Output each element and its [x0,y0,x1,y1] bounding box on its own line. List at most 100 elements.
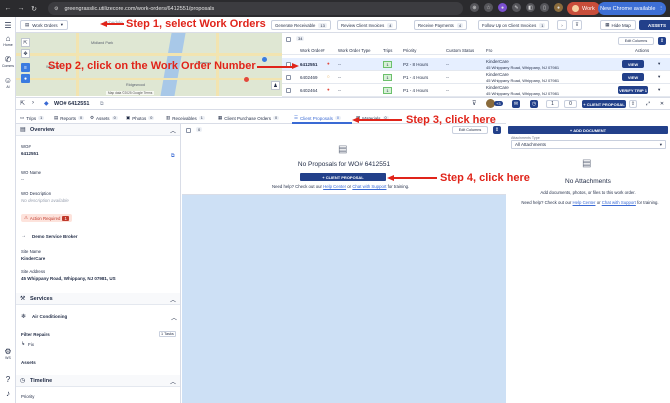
filter-icon[interactable]: ⊽ [572,20,582,30]
rail-comms[interactable]: ✆ Comms [1,55,15,68]
expand-icon[interactable]: ⇱ [20,100,25,107]
assets-button[interactable]: ASSETS [639,20,670,30]
close-icon[interactable]: ✕ [658,100,666,108]
expand-icon[interactable]: ⇱ [21,38,30,47]
address-bar[interactable]: ⚙ greengrasslic.utilizecore.com/work-ord… [48,2,463,15]
attachments-type-select[interactable]: All Attachments ▾ [511,140,666,149]
reload-icon[interactable]: ↻ [29,4,39,14]
tab-trips[interactable]: ▭ Trips 1 [20,115,45,121]
task-count[interactable]: 1 [546,100,559,108]
forward-icon[interactable]: → [16,4,26,14]
filter-icon[interactable]: ⊽ [472,100,476,107]
chevron-right-icon[interactable]: › [557,20,567,30]
add-document-button[interactable]: + ADD DOCUMENT [508,126,668,134]
rail-home[interactable]: ⌂ Home [1,34,15,47]
clock-icon[interactable]: ◷ [530,100,538,108]
extension-icon[interactable]: ✎ [512,3,521,12]
action-required-badge[interactable]: ⚠ Action Required 1 [21,214,72,222]
tab-client-proposals[interactable]: ☰ Client Proposals 0 [294,115,341,121]
extensions-puzzle-icon[interactable]: ◧ [526,3,535,12]
generate-receivable-button[interactable]: Generate Receivable 13 [271,20,331,30]
select-all-checkbox[interactable] [286,37,291,42]
bookmark-star-icon[interactable]: ☆ [484,3,493,12]
menu-icon[interactable]: ☰ [1,21,15,30]
hide-map-button[interactable]: ▦ Hide Map [600,20,636,30]
sort-icon[interactable]: ⇕ [493,126,501,134]
verify-trip-button[interactable]: VERIFY TRIP 1 [618,86,648,94]
help-center-link[interactable]: Help Center [323,184,346,189]
copy-icon[interactable]: ⧉ [171,153,175,159]
chevron-down-icon[interactable]: ▾ [658,74,660,80]
wo-number: 6412551 [21,151,39,156]
notifications-icon[interactable]: ♪ [1,389,15,398]
row-checkbox[interactable] [286,88,291,93]
extension-icon[interactable]: ● [498,3,507,12]
workspace-select[interactable]: ▤ Work Orders ▾ [20,20,68,30]
map-pin-tool-icon[interactable]: ● [21,74,30,83]
timeline-header[interactable]: ◷ Timeline ︿ [16,375,180,387]
chat-support-link[interactable]: Chat with Support [352,184,386,189]
tab-photos[interactable]: ▣ Photos 0 [126,115,155,121]
tab-assets[interactable]: ⚙ Assets 0 [90,115,118,121]
annotation-arrow [358,119,402,121]
proposals-empty-state: 0 Edit Columns ⇕ ▤ No Proposals for WO# … [182,124,506,195]
chevron-down-icon: ▾ [60,22,63,27]
rail-ws[interactable]: ⚙ WS [1,347,15,360]
review-client-invoices-button[interactable]: Review Client Invoices 4 [337,20,398,30]
location-pin-icon[interactable] [262,57,267,62]
help-center-link[interactable]: Help Center [573,200,596,205]
open-new-icon[interactable]: ⤢ [644,100,652,108]
location-pin-icon[interactable] [244,77,249,82]
receivables-icon: ▥ [166,115,171,120]
overview-header[interactable]: ▤ Overview ︿ [16,124,180,136]
help-icon[interactable]: ? [1,375,15,384]
profile-work-button[interactable]: Work [567,2,600,15]
edit-columns-button[interactable]: Edit Columns [618,37,654,45]
chevron-up-icon[interactable]: ︿ [171,313,177,322]
link-icon[interactable]: ⧉ [100,101,104,107]
chevron-right-icon[interactable]: › [32,100,34,106]
site-info-icon[interactable]: ⚙ [54,6,58,12]
empty-attachments-icon: ▤ [582,158,592,169]
sort-icon[interactable]: ⇕ [658,37,666,45]
add-client-proposal-header-button[interactable]: + CLIENT PROPOSAL [582,100,626,108]
chat-support-link[interactable]: Chat with Support [602,200,636,205]
tab-reports[interactable]: ▤ Reports 0 [54,115,85,121]
share-icon[interactable]: ⇪ [629,100,637,108]
table-row[interactable]: 6402469 ○ -- 1 P1 - 4 Hours -- KinderCar… [282,71,670,84]
phone-icon: ✆ [4,55,12,64]
table-row[interactable]: 6402464 ● -- 1 P1 - 4 Hours -- KinderCar… [282,84,670,97]
chrome-update-button[interactable]: New Chrome available ⋮ [598,2,666,15]
work-order-number[interactable]: 6402464 [300,88,318,93]
message-icon[interactable]: ✉ [512,100,520,108]
row-checkbox[interactable] [286,75,291,80]
clipboard-icon: ▤ [25,22,30,27]
back-icon[interactable]: ← [3,4,13,14]
profile-icon[interactable]: ● [554,3,563,12]
chevron-down-icon[interactable]: ▾ [658,87,660,93]
work-order-number[interactable]: 6402469 [300,75,318,80]
zoom-icon[interactable]: ⊕ [470,3,479,12]
select-all-checkbox[interactable] [186,128,191,133]
follow-up-invoices-button[interactable]: Follow Up on Client Invoices 1 [478,20,550,30]
view-button[interactable]: VIEW [622,60,644,68]
trips-badge: 1 [383,61,392,68]
road [16,78,282,80]
chevron-down-icon: ▾ [659,141,662,147]
work-order-number[interactable]: 6412551 [300,62,318,67]
receive-payments-button[interactable]: Receive Payments 4 [414,20,468,30]
add-client-proposal-button[interactable]: + CLIENT PROPOSAL [300,173,386,181]
table-row[interactable]: 6412551 ● -- 1 P2 - 8 Hours -- KinderCar… [282,58,670,71]
street-view-icon[interactable]: ♟ [271,81,280,90]
rail-ai[interactable]: ☺ AI [1,76,15,89]
services-header[interactable]: ⚒ Services ︿ [16,293,180,305]
sidebar-icon[interactable]: ▯ [540,3,549,12]
pan-icon[interactable]: ✥ [21,49,30,58]
layers-icon[interactable]: ≡ [21,63,30,72]
chevron-down-icon[interactable]: ▾ [658,61,660,67]
tab-receivables[interactable]: ▥ Receivables 1 [166,115,205,121]
edit-columns-button[interactable]: Edit Columns [452,126,488,134]
view-button[interactable]: VIEW [622,73,644,81]
comment-count[interactable]: 0 [564,100,577,108]
tab-client-purchase-orders[interactable]: ▦ Client Purchase Orders 0 [218,115,280,121]
